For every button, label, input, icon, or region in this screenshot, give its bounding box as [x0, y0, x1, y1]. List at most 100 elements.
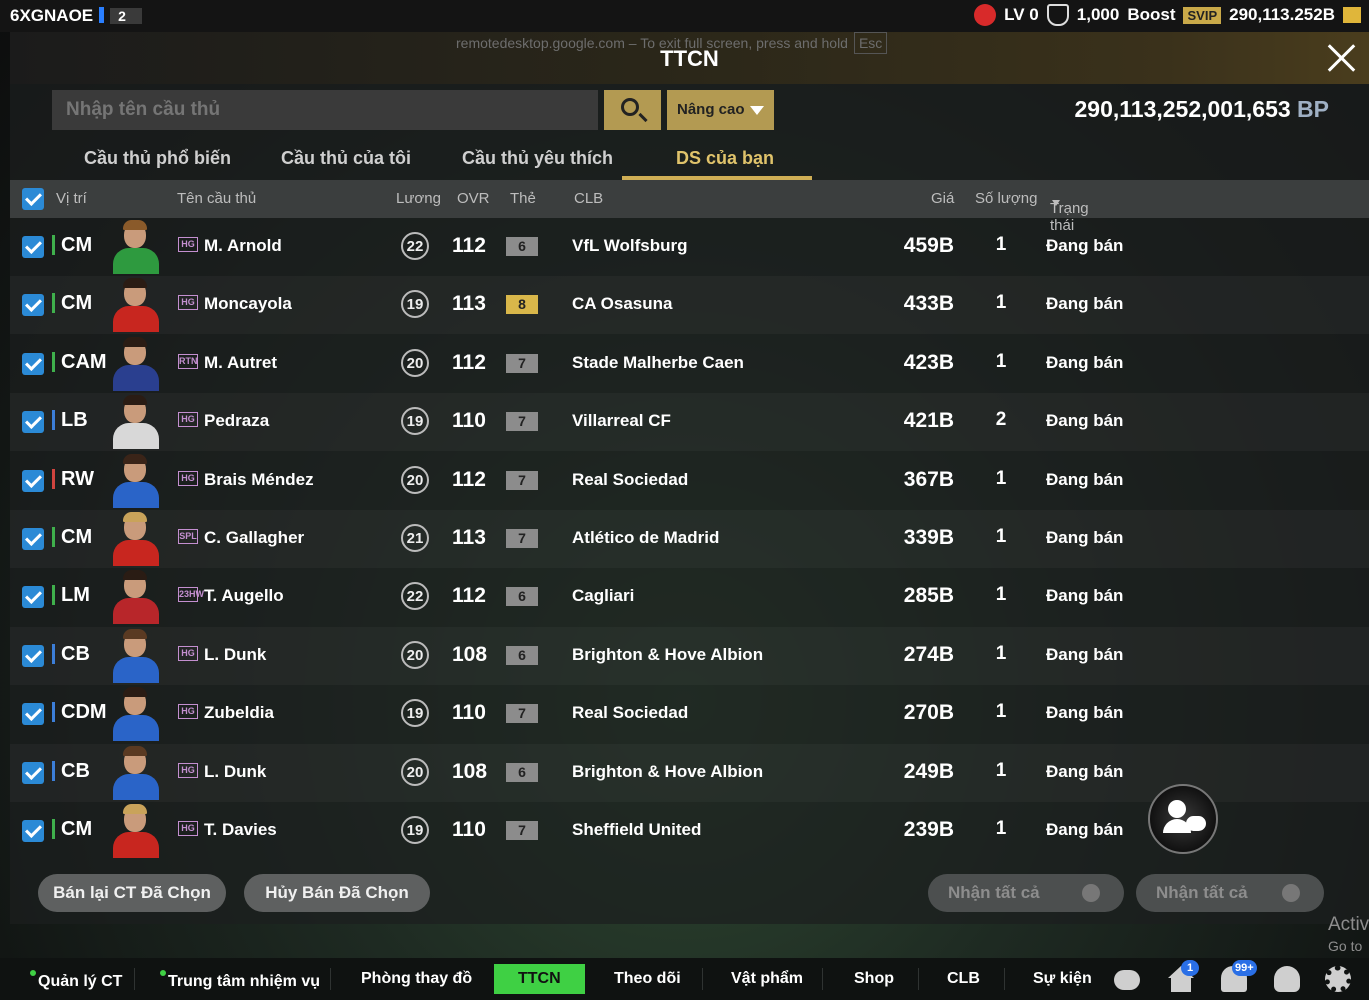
notification-dot — [160, 970, 166, 976]
player-name[interactable]: Moncayola — [204, 294, 292, 314]
tab-my-players[interactable]: Cầu thủ của tôi — [281, 148, 411, 169]
claim-all-players-button[interactable]: Nhận tất cả — [928, 874, 1124, 912]
bp-amount: 290,113,252,001,653 — [1074, 96, 1291, 122]
col-club[interactable]: CLB — [574, 190, 603, 207]
table-row[interactable]: LM 23HW T. Augello 22 112 6 Cagliari 285B 1 Đang … — [10, 568, 1369, 626]
search-button[interactable] — [604, 90, 661, 130]
player-name[interactable]: C. Gallagher — [204, 528, 304, 548]
nav-locker-room[interactable]: Phòng thay đồ — [361, 970, 472, 988]
table-row[interactable]: CAM RTN M. Autret 20 112 7 Stade Malherbe Caen… — [10, 335, 1369, 393]
status-text: Đang bán — [1046, 820, 1124, 839]
price-value: 459B — [903, 234, 954, 257]
chat-icon[interactable] — [1114, 970, 1140, 990]
player-name[interactable]: T. Davies — [204, 820, 277, 840]
tab-popular-players[interactable]: Cầu thủ phổ biến — [84, 148, 231, 169]
grade-badge: 8 — [506, 295, 538, 315]
nav-club[interactable]: CLB — [947, 970, 980, 988]
season-badge: HG — [178, 762, 198, 778]
season-badge: HG — [178, 295, 198, 311]
status-text: Đang bán — [1046, 411, 1124, 431]
club-name: Brighton & Hove Albion — [572, 761, 764, 781]
page-header: remotedesktop.google.com – To exit full … — [10, 32, 1369, 84]
row-checkbox[interactable] — [22, 469, 44, 492]
nav-manage-players[interactable]: Quản lý CT — [30, 970, 122, 991]
select-all-checkbox[interactable] — [22, 188, 44, 210]
player-shirt — [113, 481, 159, 508]
gear-icon[interactable] — [1325, 966, 1351, 992]
nav-events[interactable]: Sự kiện — [1033, 970, 1092, 988]
nav-mission-center[interactable]: Trung tâm nhiệm vụ — [160, 970, 320, 991]
profile-icon[interactable] — [1274, 966, 1300, 992]
salary-badge: 22 — [401, 582, 429, 611]
player-name[interactable]: Pedraza — [204, 411, 269, 431]
player-hair — [123, 512, 147, 522]
position-label: CB — [52, 760, 90, 781]
nav-shop[interactable]: Shop — [854, 970, 894, 988]
bp-coin-icon — [1282, 884, 1300, 902]
nav-items[interactable]: Vật phẩm — [731, 970, 803, 988]
row-checkbox[interactable] — [22, 411, 44, 434]
status-text: Đang bán — [1046, 469, 1124, 489]
row-checkbox[interactable] — [22, 644, 44, 667]
club-name: Cagliari — [572, 586, 635, 606]
row-checkbox[interactable] — [22, 761, 44, 784]
position-label: CM — [52, 235, 92, 255]
resell-selected-button[interactable]: Bán lại CT Đã Chọn — [38, 874, 226, 912]
player-search-input[interactable] — [52, 90, 598, 130]
cancel-selected-button[interactable]: Hủy Bán Đã Chọn — [244, 874, 430, 912]
player-name[interactable]: T. Augello — [204, 586, 284, 606]
table-row[interactable]: CDM HG Zubeldia 19 110 7 Real Sociedad 270B 1 Đan… — [10, 685, 1369, 743]
player-name[interactable]: Zubeldia — [204, 703, 274, 723]
row-checkbox[interactable] — [22, 352, 44, 375]
table-row[interactable]: CM SPL C. Gallagher 21 113 7 Atlético de Madri… — [10, 510, 1369, 568]
table-row[interactable]: CB HG L. Dunk 20 108 6 Brighton & Hove Albion 2… — [10, 627, 1369, 685]
player-name[interactable]: M. Autret — [204, 353, 277, 373]
nav-label: Trung tâm nhiệm vụ — [168, 973, 321, 990]
boost-label[interactable]: Boost — [1127, 5, 1175, 25]
bottom-nav: Quản lý CT Trung tâm nhiệm vụ Phòng thay… — [0, 958, 1369, 1000]
player-name[interactable]: Brais Méndez — [204, 470, 314, 490]
player-name[interactable]: L. Dunk — [204, 645, 266, 665]
row-checkbox[interactable] — [22, 236, 44, 258]
player-photo — [110, 278, 162, 333]
tab-your-listings[interactable]: DS của bạn — [676, 148, 774, 169]
col-position[interactable]: Vị trí — [56, 190, 87, 207]
player-hair — [123, 804, 147, 814]
nav-transfer-market[interactable]: TTCN — [494, 964, 585, 994]
col-name[interactable]: Tên cầu thủ — [177, 190, 256, 207]
salary-badge: 20 — [401, 640, 429, 669]
season-badge: 23HW — [178, 587, 204, 603]
close-button[interactable] — [1323, 40, 1359, 76]
season-badge: HG — [178, 470, 198, 486]
table-row[interactable]: CM HG M. Arnold 22 112 6 VfL Wolfsburg 459B 1 Đan… — [10, 218, 1369, 276]
tab-favorite-players[interactable]: Cầu thủ yêu thích — [462, 148, 613, 169]
table-row[interactable]: CM HG Moncayola 19 113 8 CA Osasuna 433B 1 Đang b… — [10, 276, 1369, 334]
table-row[interactable]: LB HG Pedraza 19 110 7 Villarreal CF 421B 2 Đang … — [10, 393, 1369, 451]
col-grade[interactable]: Thẻ — [510, 190, 536, 207]
col-price[interactable]: Giá — [931, 190, 954, 207]
table-row[interactable]: RW HG Brais Méndez 20 112 7 Real Sociedad 367B 1… — [10, 452, 1369, 510]
price-value: 433B — [903, 292, 954, 316]
player-photo — [110, 395, 162, 450]
col-ovr[interactable]: OVR — [457, 190, 490, 207]
claim-all-bp-button[interactable]: Nhận tất cả — [1136, 874, 1324, 912]
advanced-filter-button[interactable]: Nâng cao — [667, 90, 774, 130]
col-salary[interactable]: Lương — [396, 190, 441, 207]
quantity-value: 1 — [995, 818, 1007, 839]
row-checkbox[interactable] — [22, 294, 44, 317]
row-checkbox[interactable] — [22, 703, 44, 726]
quantity-value: 1 — [995, 350, 1007, 372]
support-chat-button[interactable] — [1148, 784, 1218, 854]
status-text: Đang bán — [1046, 703, 1124, 723]
player-hair — [123, 453, 147, 464]
status-text: Đang bán — [1046, 644, 1124, 664]
season-badge: HG — [178, 704, 198, 720]
row-checkbox[interactable] — [22, 586, 44, 609]
player-name[interactable]: L. Dunk — [204, 762, 266, 782]
player-name[interactable]: M. Arnold — [204, 236, 282, 256]
col-quantity[interactable]: Số lượng — [975, 190, 1037, 207]
nav-watchlist[interactable]: Theo dõi — [614, 970, 681, 988]
row-checkbox[interactable] — [22, 820, 44, 842]
row-checkbox[interactable] — [22, 528, 44, 550]
player-photo — [110, 220, 162, 274]
